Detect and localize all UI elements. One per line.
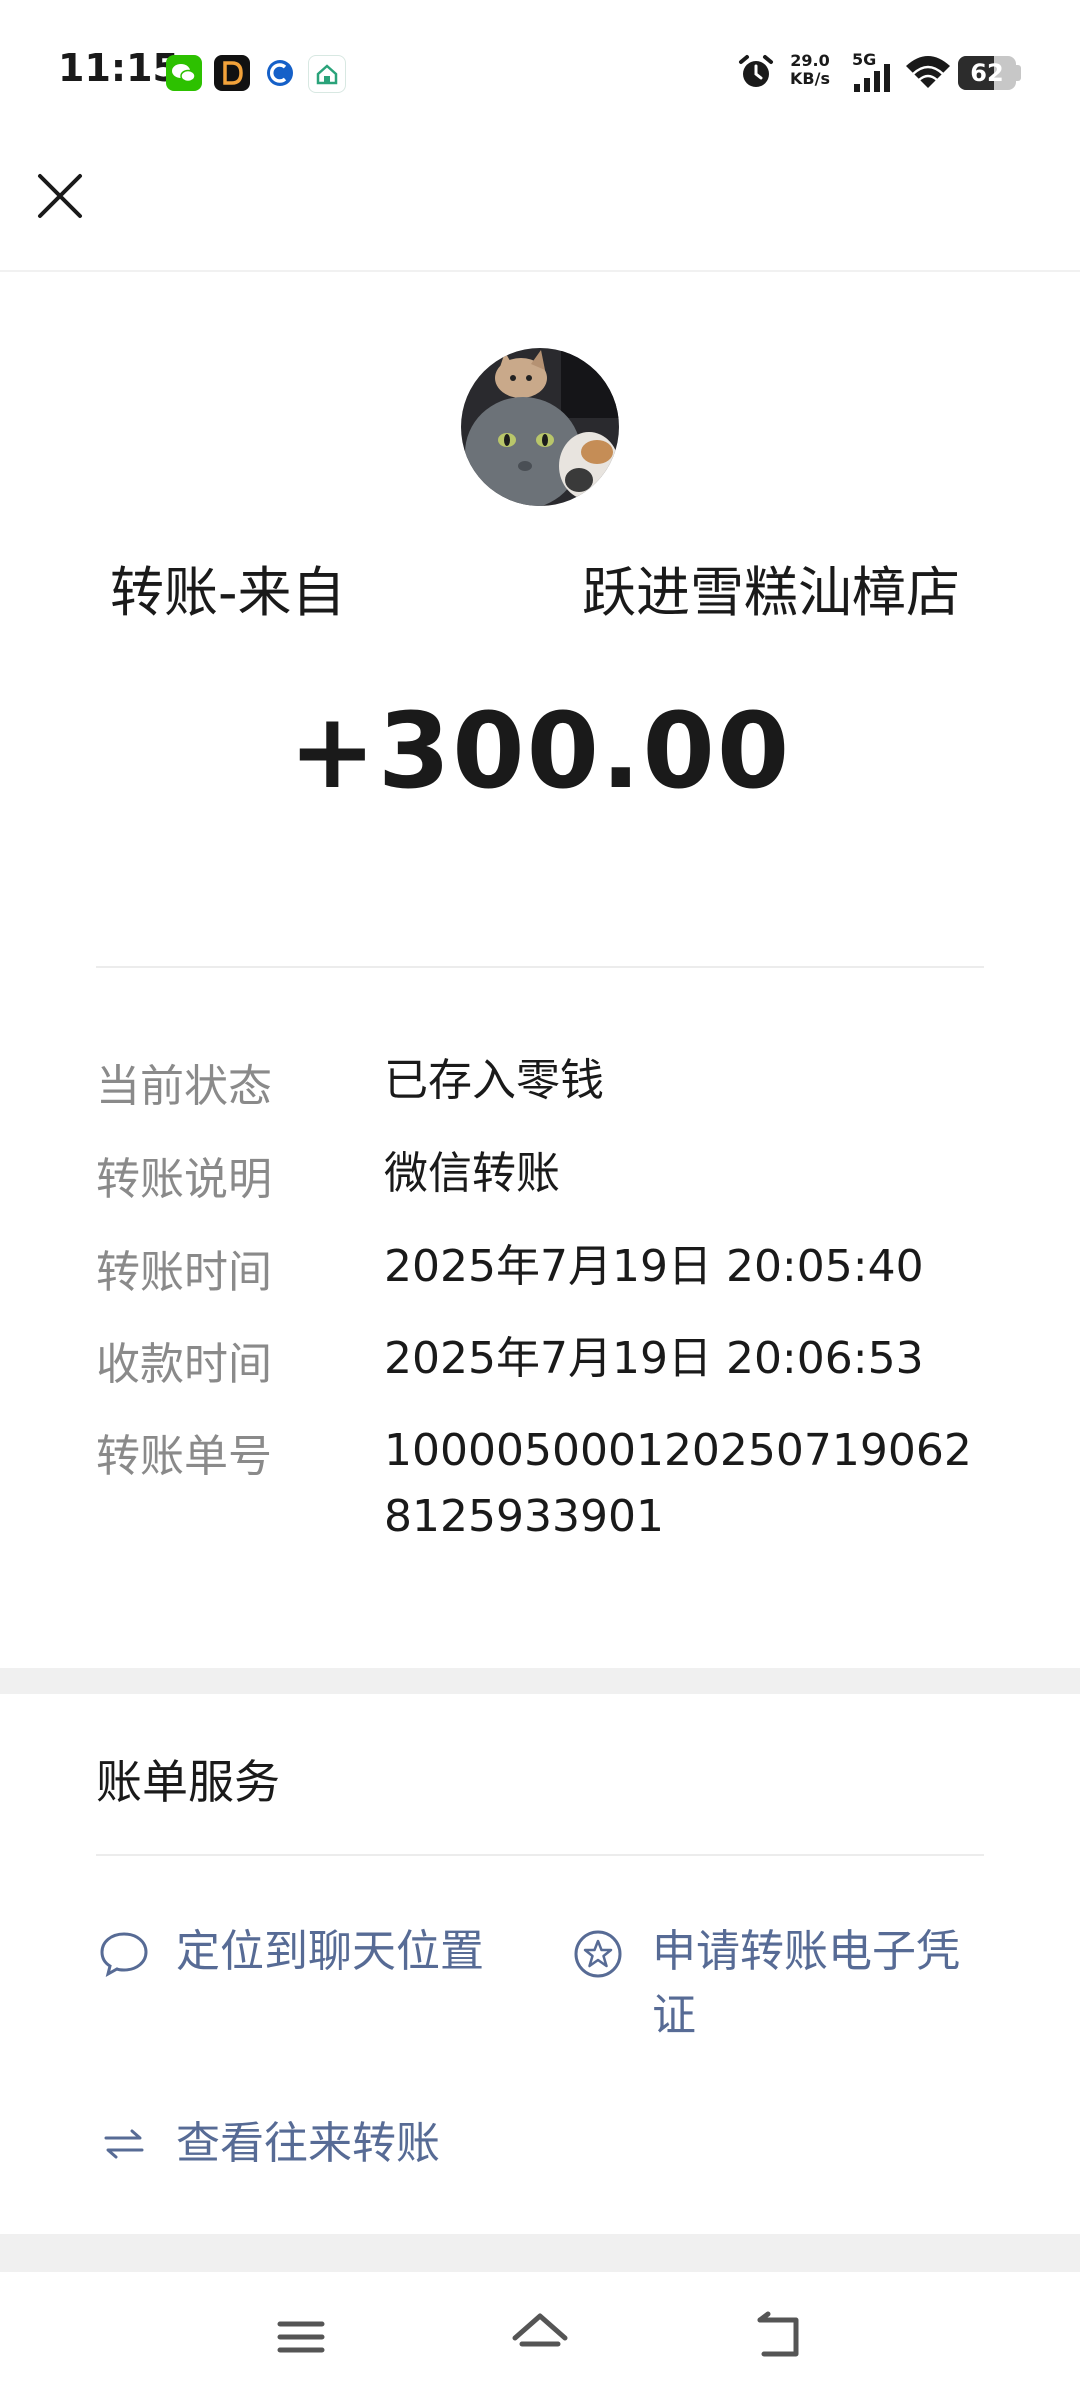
detail-label-note: 转账说明 [96, 1154, 272, 1205]
transfer-amount: +300.00 [288, 690, 792, 812]
detail-value-transfer-time: 2025年7月19日 20:05:40 [384, 1241, 924, 1292]
close-button[interactable] [28, 164, 92, 228]
battery-tip [1016, 65, 1021, 81]
status-time: 11:15 [58, 46, 179, 90]
apply-voucher-label: 申请转账电子凭证 [652, 1926, 960, 2041]
cellular-signal-icon: 5G [850, 50, 900, 94]
detail-label-transfer-time: 转账时间 [96, 1247, 272, 1298]
home-button[interactable] [505, 2302, 575, 2372]
view-transfers-button[interactable]: 查看往来转账 [96, 2108, 516, 2180]
battery-icon: 62 [958, 56, 1016, 90]
view-transfers-label: 查看往来转账 [176, 2118, 440, 2169]
back-icon [757, 2311, 799, 2357]
locate-chat-label: 定位到聊天位置 [176, 1926, 484, 1977]
detail-value-receive-time: 2025年7月19日 20:06:53 [384, 1333, 924, 1384]
back-button[interactable] [746, 2302, 816, 2372]
wifi-icon [904, 54, 952, 92]
home-app-icon [308, 55, 346, 93]
transfer-from-prefix: 转账-来自 [110, 561, 346, 624]
chat-bubble-icon [100, 1932, 148, 1977]
home-icon [512, 2313, 568, 2347]
header-divider [0, 270, 1080, 272]
transfer-arrows-icon [104, 2129, 144, 2159]
services-title: 账单服务 [96, 1755, 280, 1809]
detail-value-note: 微信转账 [384, 1148, 560, 1199]
network-speed: 29.0 KB/s [790, 52, 830, 88]
bank-app-icon [262, 55, 298, 91]
system-nav-bar [0, 2272, 1080, 2400]
sender-avatar[interactable] [461, 348, 619, 506]
wechat-icon [166, 55, 202, 91]
menu-button[interactable] [266, 2302, 336, 2372]
apply-voucher-button[interactable]: 申请转账电子凭证 [570, 1916, 990, 2046]
dianping-icon [214, 55, 250, 91]
section-separator [0, 1668, 1080, 1694]
close-icon [38, 174, 82, 218]
transfer-from-name: 跃进雪糕汕樟店 [582, 561, 960, 624]
bottom-separator [0, 2234, 1080, 2274]
alarm-icon [736, 52, 776, 92]
detail-label-receive-time: 收款时间 [96, 1339, 272, 1390]
detail-value-transfer-id[interactable]: 1000050001202507190628125933901 [384, 1418, 974, 1550]
menu-icon [277, 2321, 325, 2353]
network-speed-unit: KB/s [790, 69, 830, 88]
locate-chat-button[interactable]: 定位到聊天位置 [96, 1916, 516, 1988]
network-speed-value: 29.0 [790, 51, 830, 70]
detail-value-status: 已存入零钱 [384, 1055, 604, 1106]
star-badge-icon [574, 1930, 622, 1978]
battery-level: 62 [970, 59, 1004, 87]
detail-label-status: 当前状态 [96, 1061, 272, 1112]
services-divider [96, 1854, 984, 1856]
amount-divider [96, 966, 984, 968]
status-bar: 11:15 29.0 KB/s 5G 62 [0, 0, 1080, 140]
detail-label-transfer-id: 转账单号 [96, 1431, 272, 1482]
